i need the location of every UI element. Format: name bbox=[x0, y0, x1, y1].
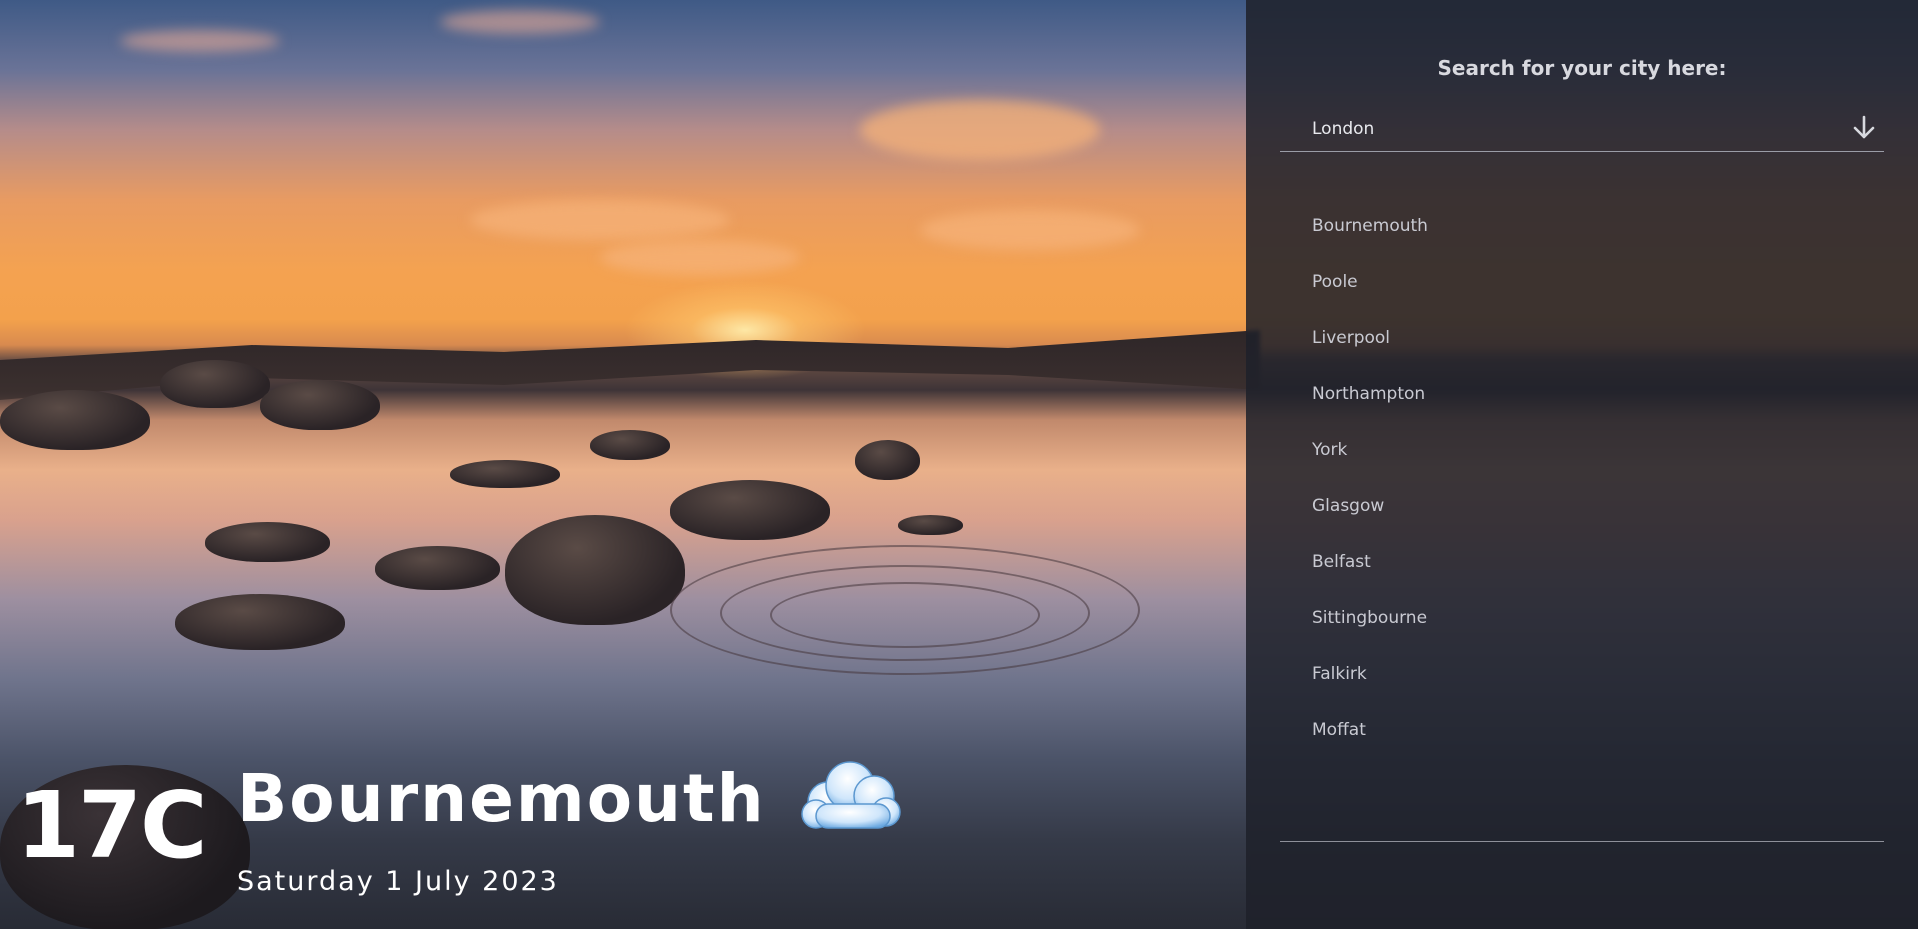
city-item-falkirk[interactable]: Falkirk bbox=[1280, 652, 1884, 708]
search-panel: Search for your city here: Bournemouth P… bbox=[1246, 0, 1918, 929]
panel-divider bbox=[1280, 841, 1884, 842]
cloud-icon bbox=[798, 754, 904, 834]
city-item-poole[interactable]: Poole bbox=[1280, 260, 1884, 316]
search-field bbox=[1280, 108, 1884, 152]
weather-app: 17C Bournemouth Saturday 1 July 2023 Sea… bbox=[0, 0, 1918, 929]
city-item-belfast[interactable]: Belfast bbox=[1280, 540, 1884, 596]
city-item-liverpool[interactable]: Liverpool bbox=[1280, 316, 1884, 372]
city-item-york[interactable]: York bbox=[1280, 428, 1884, 484]
search-button[interactable] bbox=[1848, 112, 1880, 144]
panel-title: Search for your city here: bbox=[1437, 56, 1727, 80]
city-item-northampton[interactable]: Northampton bbox=[1280, 372, 1884, 428]
temperature-value: 17C bbox=[16, 772, 208, 879]
city-item-moffat[interactable]: Moffat bbox=[1280, 708, 1884, 764]
city-item-sittingbourne[interactable]: Sittingbourne bbox=[1280, 596, 1884, 652]
current-date: Saturday 1 July 2023 bbox=[237, 866, 559, 897]
city-name: Bournemouth bbox=[237, 760, 766, 837]
city-list: Bournemouth Poole Liverpool Northampton … bbox=[1280, 204, 1884, 764]
arrow-down-icon bbox=[1853, 115, 1875, 139]
city-item-bournemouth[interactable]: Bournemouth bbox=[1280, 204, 1884, 260]
city-item-glasgow[interactable]: Glasgow bbox=[1280, 484, 1884, 540]
city-search-input[interactable] bbox=[1280, 108, 1820, 150]
